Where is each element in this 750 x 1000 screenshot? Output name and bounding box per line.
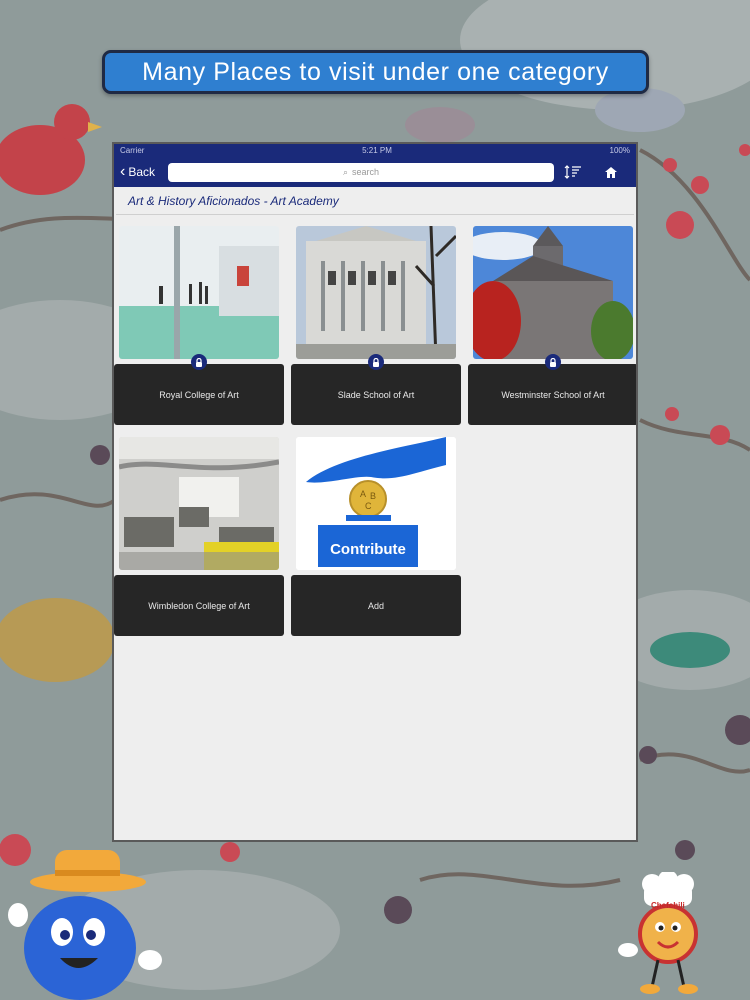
banner-text: Many Places to visit under one category — [142, 57, 609, 86]
chevron-left-icon: ‹ — [120, 163, 126, 180]
search-input[interactable]: ⌕ search — [168, 162, 554, 182]
contribute-text: Contribute — [330, 541, 406, 558]
carrier-text: Carrier — [120, 146, 145, 155]
place-name-label: Wimbledon College of Art — [114, 575, 284, 636]
category-header: Art & History Aficionados - Art Academy — [116, 187, 634, 215]
promo-banner: Many Places to visit under one category — [102, 50, 649, 94]
place-name-label: Royal College of Art — [114, 364, 284, 425]
battery-text: 100% — [609, 146, 630, 155]
chef-hat-text: Chefchili — [651, 901, 685, 910]
place-name-label: Slade School of Art — [291, 364, 461, 425]
lock-icon — [368, 354, 384, 370]
search-icon: ⌕ — [342, 166, 349, 177]
hat-mascot — [8, 850, 162, 1000]
svg-text:C: C — [365, 501, 372, 511]
lock-icon — [545, 354, 561, 370]
status-bar: Carrier 5:21 PM 100% — [114, 144, 636, 157]
navigation-bar: ‹ Back ⌕ search — [114, 157, 636, 187]
back-label: Back — [128, 165, 156, 179]
sort-button[interactable] — [554, 165, 592, 179]
app-screen: Carrier 5:21 PM 100% ‹ Back ⌕ search Art… — [112, 142, 638, 842]
time-text: 5:21 PM — [362, 146, 392, 155]
sort-icon — [564, 165, 581, 179]
place-photo — [473, 226, 633, 359]
category-title: Art & History Aficionados - Art Academy — [128, 193, 339, 208]
svg-text:B: B — [370, 491, 376, 501]
chef-mascot — [618, 872, 698, 994]
place-photo — [119, 437, 279, 570]
place-photo — [119, 226, 279, 359]
place-photo — [296, 226, 456, 359]
home-button[interactable] — [592, 166, 630, 178]
svg-text:A: A — [360, 489, 366, 499]
search-placeholder: search — [352, 167, 380, 177]
contribute-image: A B C Contribute — [296, 437, 456, 570]
place-name-label: Westminster School of Art — [468, 364, 636, 425]
back-button[interactable]: ‹ Back — [120, 164, 168, 180]
home-icon — [605, 166, 617, 178]
add-label: Add — [291, 575, 461, 636]
lock-icon — [191, 354, 207, 370]
